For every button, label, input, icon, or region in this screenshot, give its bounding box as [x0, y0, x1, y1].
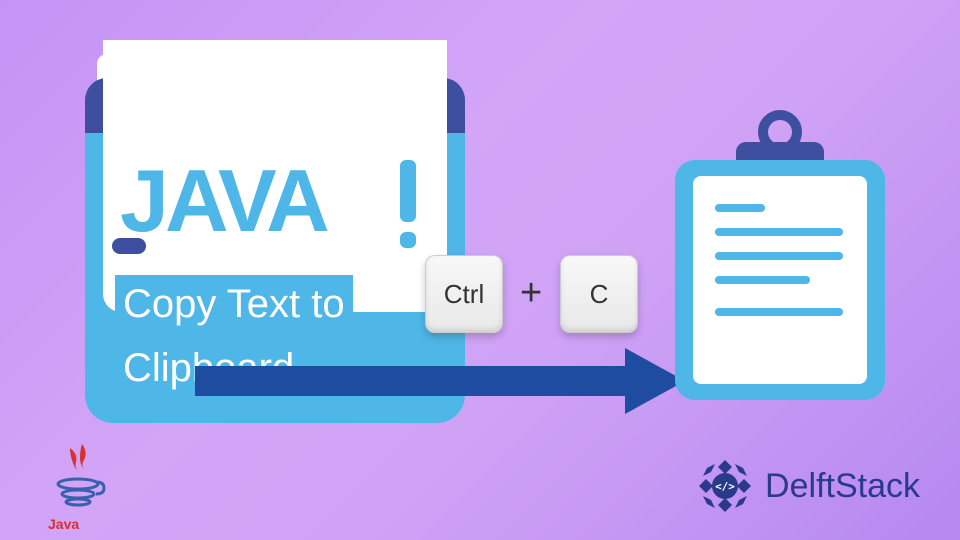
- clipboard-line: [715, 228, 843, 236]
- clipboard-line: [715, 204, 765, 212]
- c-key: C: [560, 255, 638, 333]
- c-key-label: C: [590, 279, 609, 310]
- delftstack-emblem-icon: </>: [695, 456, 755, 516]
- clipboard-icon: [675, 120, 885, 400]
- java-heading: JAVA: [120, 150, 326, 252]
- arrow-icon: [195, 348, 685, 413]
- delftstack-logo: </> DelftStack: [695, 456, 920, 516]
- clipboard-line: [715, 252, 843, 260]
- svg-text:</>: </>: [715, 480, 735, 493]
- delftstack-label: DelftStack: [765, 467, 920, 506]
- clipboard-paper: [693, 176, 867, 384]
- clipboard-line: [715, 276, 810, 284]
- java-logo-label: Java: [48, 516, 79, 532]
- arrow-shaft: [195, 366, 625, 396]
- title-line-1: Copy Text to: [115, 275, 353, 333]
- ctrl-key-label: Ctrl: [444, 279, 484, 310]
- clipboard-line: [715, 308, 843, 316]
- exclamation-bar: [400, 160, 416, 222]
- java-decoration-dot: [112, 238, 146, 254]
- ctrl-key: Ctrl: [425, 255, 503, 333]
- exclamation-dot: [400, 232, 416, 248]
- java-logo-icon: [50, 440, 110, 520]
- plus-symbol: +: [520, 272, 542, 315]
